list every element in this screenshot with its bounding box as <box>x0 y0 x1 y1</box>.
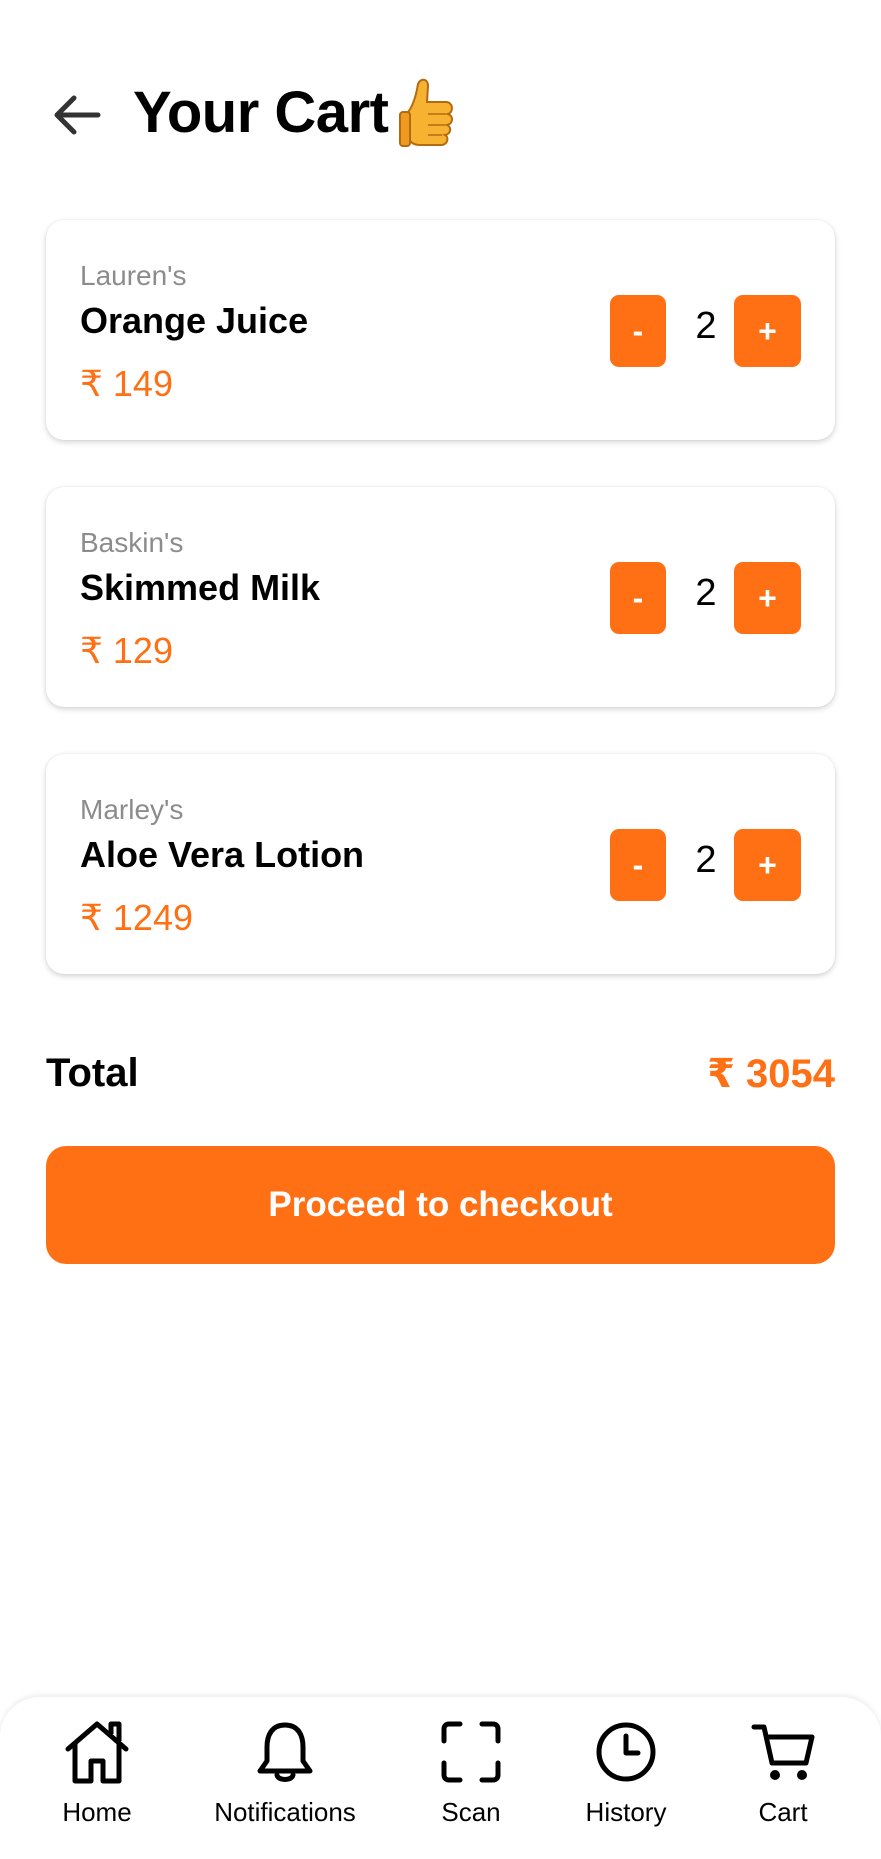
page-title: Your Cart <box>133 80 389 145</box>
bell-icon <box>257 1722 313 1782</box>
nav-item-cart[interactable]: Cart <box>733 1717 833 1847</box>
increment-button[interactable]: + <box>734 562 801 634</box>
item-quantity: 2 <box>695 572 717 614</box>
decrement-button[interactable]: - <box>610 829 666 901</box>
nav-label-cart: Cart <box>758 1797 808 1827</box>
bottom-nav: Home Notifications Scan History Cart <box>0 1697 881 1859</box>
total-label: Total <box>46 1051 139 1095</box>
increment-button[interactable]: + <box>734 295 801 367</box>
total-value: ₹ 3054 <box>707 1052 835 1096</box>
nav-item-home[interactable]: Home <box>47 1717 147 1847</box>
nav-item-scan[interactable]: Scan <box>421 1717 521 1847</box>
item-brand: Lauren's <box>80 260 187 291</box>
item-name: Aloe Vera Lotion <box>80 834 365 875</box>
decrement-button[interactable]: - <box>610 562 666 634</box>
nav-label-home: Home <box>62 1797 132 1827</box>
back-button[interactable] <box>44 82 110 148</box>
header: Your Cart <box>0 60 881 170</box>
checkout-button[interactable]: Proceed to checkout <box>46 1146 835 1264</box>
nav-label-history: History <box>585 1797 667 1827</box>
nav-label-notifications: Notifications <box>214 1797 356 1827</box>
clock-icon <box>596 1722 656 1782</box>
nav-label-scan: Scan <box>441 1797 501 1827</box>
scan-icon <box>441 1721 501 1783</box>
home-icon <box>65 1721 129 1784</box>
item-brand: Marley's <box>80 794 184 825</box>
cart-icon <box>751 1724 815 1780</box>
item-quantity: 2 <box>695 305 717 347</box>
cart-item: Baskin's Skimmed Milk ₹ 129 - 2 + <box>46 487 835 707</box>
item-price: ₹ 149 <box>80 363 173 404</box>
item-quantity: 2 <box>695 839 717 881</box>
item-price: ₹ 1249 <box>80 897 193 938</box>
nav-item-history[interactable]: History <box>576 1717 676 1847</box>
item-brand: Baskin's <box>80 527 184 558</box>
item-price: ₹ 129 <box>80 630 173 671</box>
increment-button[interactable]: + <box>734 829 801 901</box>
item-name: Skimmed Milk <box>80 567 321 608</box>
cart-item: Lauren's Orange Juice ₹ 149 - 2 + <box>46 220 835 440</box>
cart-item: Marley's Aloe Vera Lotion ₹ 1249 - 2 + <box>46 754 835 974</box>
arrow-left-icon <box>54 95 101 135</box>
decrement-button[interactable]: - <box>610 295 666 367</box>
item-name: Orange Juice <box>80 300 309 341</box>
thumbs-up-icon <box>399 78 453 147</box>
nav-item-notifications[interactable]: Notifications <box>205 1717 365 1847</box>
